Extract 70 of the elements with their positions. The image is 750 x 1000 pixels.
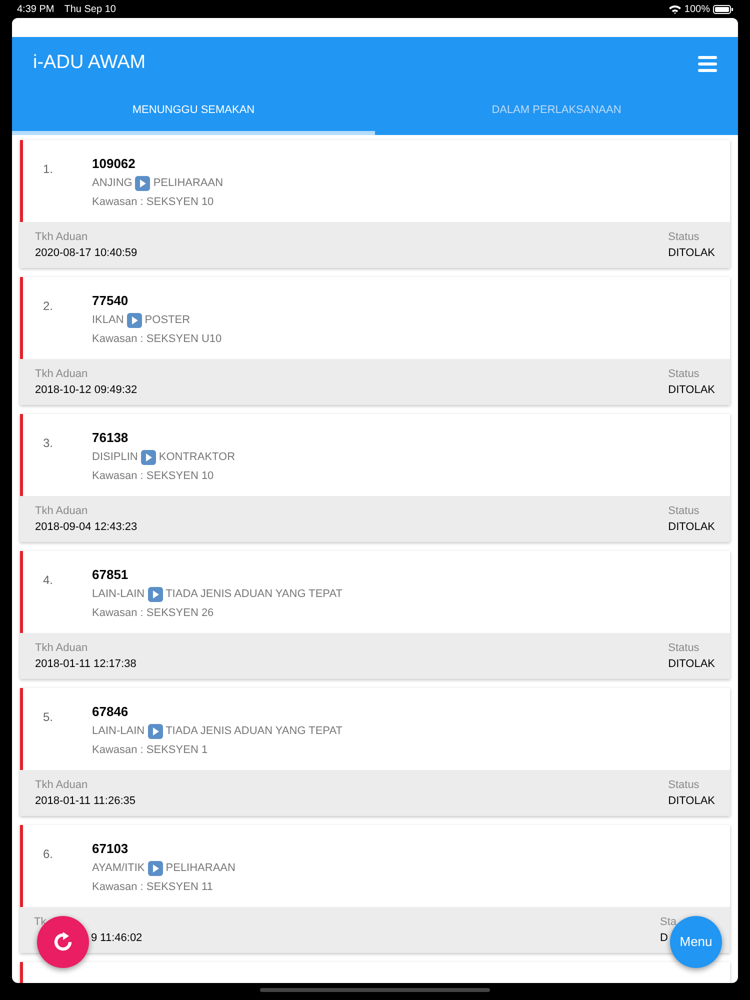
complaint-id: 67846 [92,704,130,720]
item-number: 4. [42,572,54,589]
complaint-id: 77540 [92,293,130,309]
date-value: 2020-08-17 10:40:59 [35,246,138,261]
date-value: 2018-01-11 11:26:35 [35,794,136,809]
complaint-card[interactable]: 3. 76138 DISIPLIN KONTRAKTOR Kawasan : SEKSYEN 10 Tkh Aduan 2018-09-04 12:43:23 Status DITOLAK [20,414,730,542]
status-label: Status [668,366,700,382]
area-text: Kawasan : SEKSYEN 10 [92,194,215,210]
status-label: Status [668,230,700,244]
category-text: AYAM/ITIK [92,861,145,876]
date-value: 2018-09-04 12:43:23 [35,520,138,535]
status-label: Status [668,640,700,656]
play-icon [140,450,156,465]
battery-percent: 100% [684,2,710,16]
complaint-card[interactable]: 2. 77540 IKLAN POSTER Kawasan : SEKSYEN U10 Tkh Aduan 2018-10-12 09:49:32 Status DITOLAK [20,277,730,405]
complaint-id: 109062 [92,156,136,172]
date-label: Tkh Aduan [35,504,88,518]
date-value: 2018-01-11 12:17:38 [35,657,136,672]
complaint-card[interactable]: 1. 109062 ANJING PELIHARAAN Kawasan : SEKSYEN 10 Tkh Aduan 2020-08-17 10:40:59 Status DITOLAK [20,140,730,268]
play-icon [148,860,163,876]
complaint-id: 76138 [92,430,130,446]
date-label: Tkh Aduan [35,230,88,244]
complaint-id: 67851 [92,567,130,583]
status-value: DITOLAK [668,794,715,809]
subcategory-text: KONTRAKTOR [158,450,236,465]
category-text: ANJING [92,176,132,191]
complaint-card[interactable]: 5. 67846 LAIN-LAIN TIADA JENIS ADUAN YANG TEPAT Kawasan : SEKSYEN 1 Tkh Aduan 2018-01-11 11:26:35 Status DITOLAK [20,688,730,816]
status-time: 4:39 PM [17,2,54,16]
area-text: Kawasan : SEKSYEN 1 [92,742,209,758]
item-number: 6. [42,846,54,863]
item-number: 1. [42,161,54,178]
status-label: Status [668,504,700,518]
date-label: Tkh Aduan [35,640,88,656]
status-value: D [660,931,668,946]
area-text: Kawasan : SEKSYEN U10 [92,332,222,346]
category-text: LAIN-LAIN [92,587,145,602]
area-text: Kawasan : SEKSYEN 10 [92,468,215,484]
status-date: Thu Sep 10 [64,2,116,16]
play-icon [135,176,150,191]
play-icon [126,312,142,328]
menu-icon[interactable] [698,56,717,72]
play-icon [148,586,163,602]
status-value: DITOLAK [668,246,715,261]
item-number: 3. [42,435,54,452]
item-number: 5. [42,709,54,726]
complaint-id: 67103 [92,841,130,857]
status-value: DITOLAK [668,520,715,535]
status-value: DITOLAK [668,657,715,672]
app-title: i-ADU AWAM [33,51,146,76]
date-label: Tkh Aduan [35,366,88,382]
battery-icon [713,4,733,14]
subcategory-text: PELIHARAAN [153,176,224,191]
subcategory-text: POSTER [144,313,190,328]
item-number: 2. [42,298,54,315]
category-text: LAIN-LAIN [92,724,145,739]
status-value: DITOLAK [668,383,715,398]
category-text: DISIPLIN [92,450,138,465]
area-text: Kawasan : SEKSYEN 11 [92,880,214,894]
status-label: Status [668,778,700,792]
subcategory-text: TIADA JENIS ADUAN YANG TEPAT [166,724,342,739]
wifi-icon [669,4,682,14]
date-value: 9 11:46:02 [91,931,142,946]
category-text: IKLAN [92,313,124,328]
area-text: Kawasan : SEKSYEN 26 [92,606,215,620]
complaint-card[interactable]: 4. 67851 LAIN-LAIN TIADA JENIS ADUAN YANG TEPAT Kawasan : SEKSYEN 26 Tkh Aduan 2018-01-11 12:17:38 Status DITOLAK [20,551,730,679]
date-value: 2018-10-12 09:49:32 [35,383,138,398]
date-label: Tkh Aduan [35,778,88,792]
play-icon [148,724,163,739]
subcategory-text: PELIHARAAN [166,861,236,876]
subcategory-text: TIADA JENIS ADUAN YANG TEPAT [166,587,342,602]
